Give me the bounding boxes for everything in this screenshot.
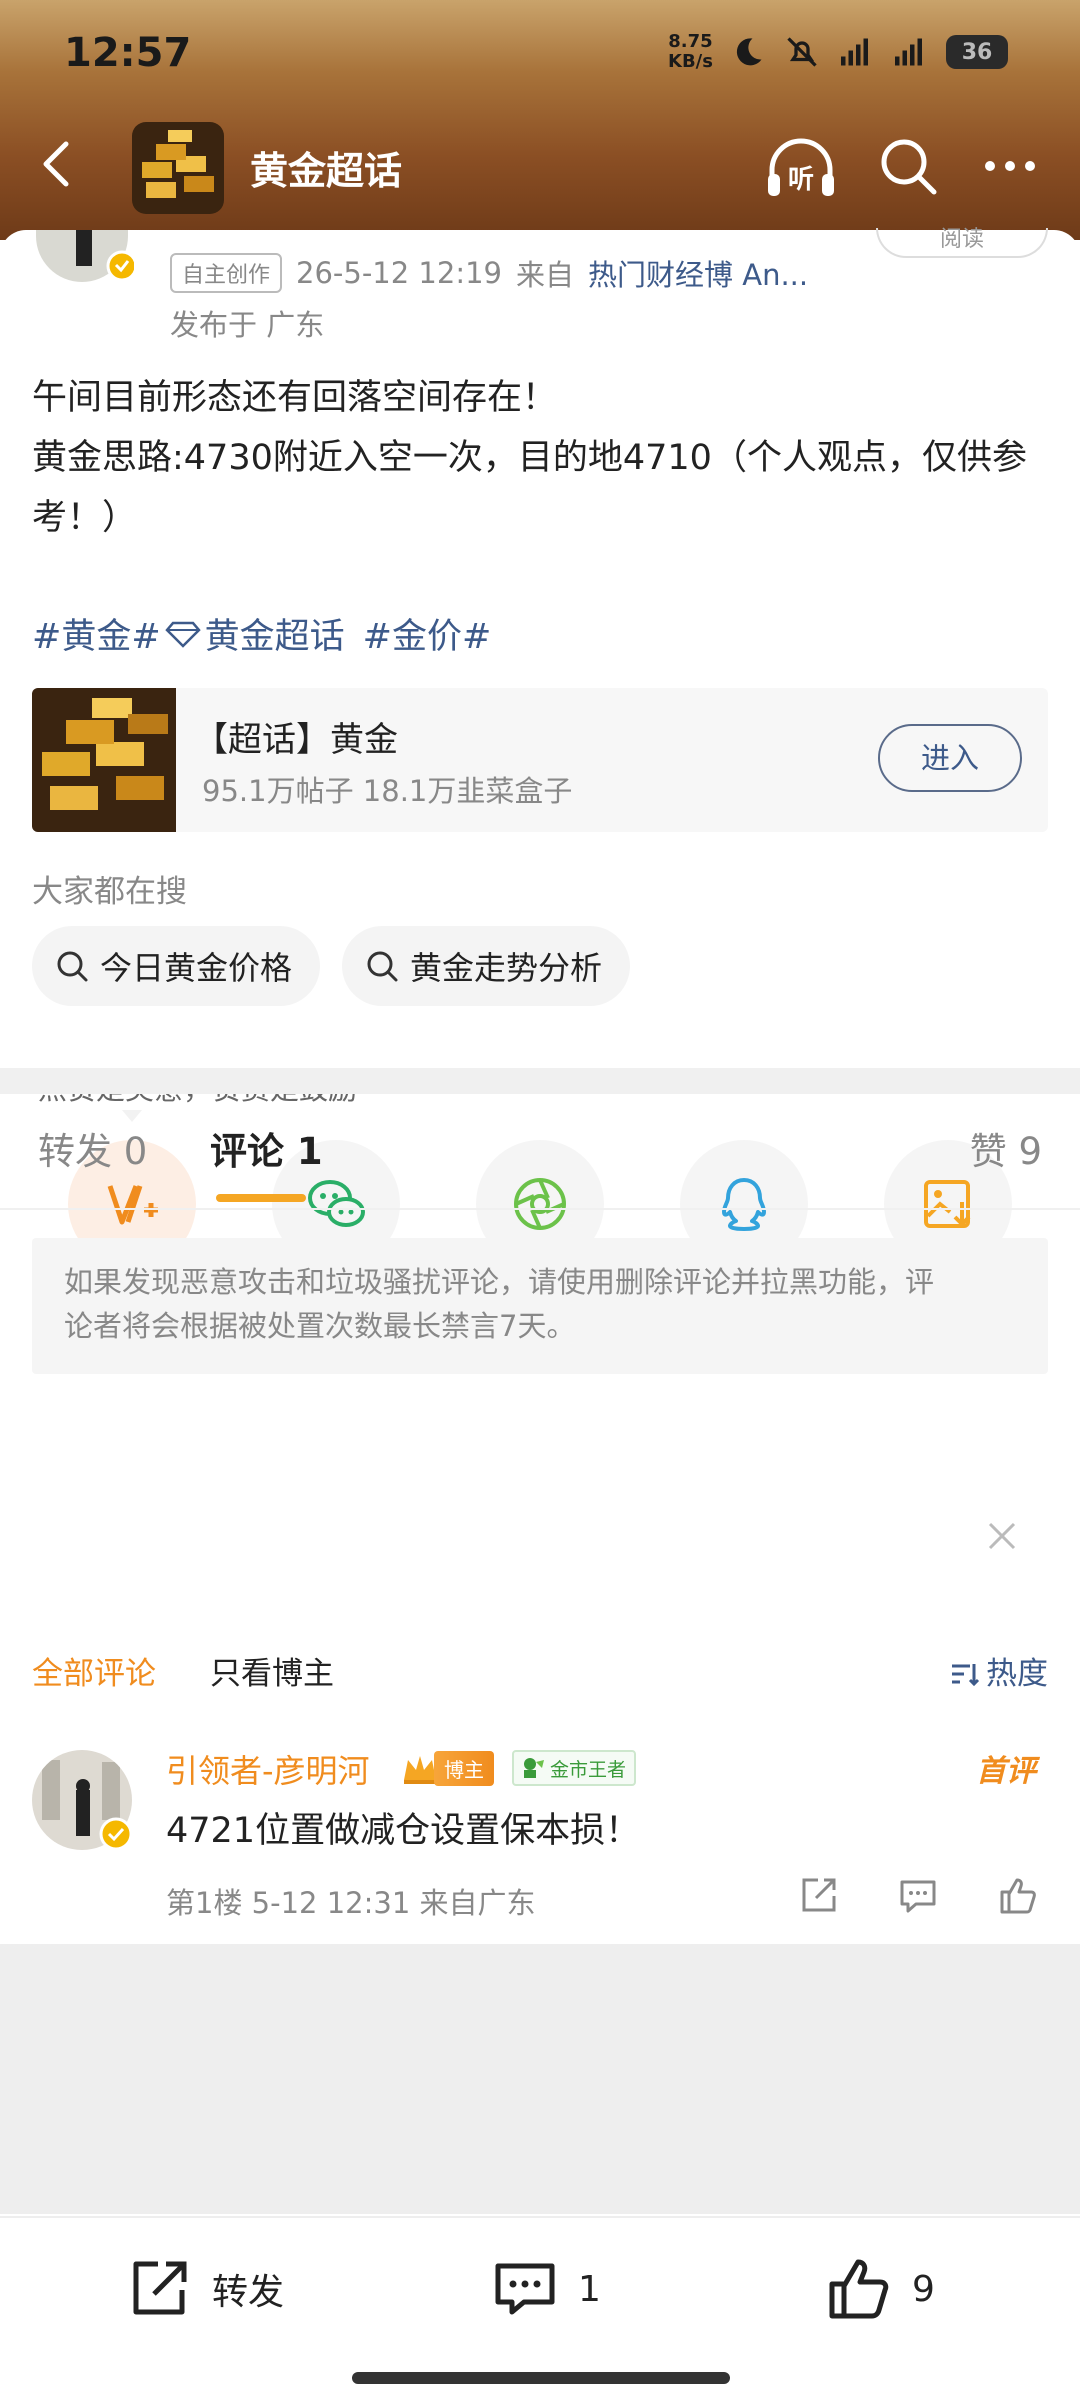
tab-repost[interactable]: 转发 0	[38, 1094, 147, 1210]
supertopic-card[interactable]: 【超话】黄金 95.1万帖子 18.1万韭菜盒子 进入	[32, 688, 1048, 832]
listen-headphones-icon[interactable]: 听	[764, 136, 838, 200]
post-timestamp: 26-5-12 12:19	[296, 256, 502, 290]
verified-badge-icon	[99, 1817, 133, 1851]
diamond-icon	[164, 621, 201, 648]
svg-text:听: 听	[788, 165, 814, 195]
top-navbar: 黄金超话 听	[0, 110, 1080, 230]
post-hashtags: #黄金# 黄金超话 #金价#	[32, 608, 491, 659]
search-icon	[57, 951, 88, 982]
status-time: 12:57	[64, 30, 192, 76]
status-icons: 36	[730, 34, 1008, 70]
trending-search-title: 大家都在搜	[32, 874, 187, 910]
read-count-button[interactable]: 阅读	[876, 228, 1048, 258]
hashtag-supertopic[interactable]: 黄金超话	[205, 608, 345, 659]
section-divider	[0, 1068, 1080, 1094]
active-tab-indicator	[216, 1194, 306, 1202]
bottom-like-button[interactable]: 9	[824, 2254, 935, 2324]
gold-badge-icon	[524, 1758, 544, 1778]
battery-indicator: 36	[946, 35, 1008, 69]
thumbs-up-icon	[829, 2259, 889, 2319]
first-comment-badge: 首评	[976, 1754, 1036, 1789]
post-location: 发布于 广东	[170, 308, 325, 342]
sort-icon	[952, 1664, 980, 1687]
interaction-tabs: 转发 0 评论 1 赞 9	[0, 1094, 1080, 1210]
nav-title: 黄金超话	[250, 149, 403, 193]
bottom-repost-button[interactable]: 转发	[124, 2254, 284, 2324]
bottom-comment-button[interactable]: 1	[490, 2254, 601, 2324]
commenter-name[interactable]: 引领者-彦明河	[166, 1746, 370, 1792]
comment-item[interactable]: 引领者-彦明河 博主 金市王者 首评 4721位置做减仓设置保本损！ 第1楼 5…	[0, 1740, 1080, 1940]
filter-all-comments[interactable]: 全部评论	[32, 1644, 156, 1704]
search-chip-2[interactable]: 黄金走势分析	[342, 926, 631, 1006]
supertopic-title: 【超话】黄金	[194, 720, 398, 760]
net-speed: 8.75 KB/s	[668, 31, 713, 72]
self-created-badge: 自主创作	[170, 253, 283, 293]
topic-thumbnail[interactable]	[132, 122, 224, 214]
from-prefix: 来自	[516, 258, 575, 292]
comment-notice: 如果发现恶意攻击和垃圾骚扰评论，请使用删除评论并拉黑功能，评论者将会根据被处置次…	[32, 1238, 1048, 1374]
author-avatar[interactable]	[30, 230, 134, 282]
filter-owner-only[interactable]: 只看博主	[210, 1644, 334, 1704]
reply-icon[interactable]	[896, 1874, 940, 1918]
hashtag-gold-price[interactable]: #金价#	[363, 608, 492, 659]
hashtag-gold[interactable]: #黄金#	[32, 608, 161, 659]
search-icon	[367, 951, 398, 982]
signal-icon-2	[895, 38, 922, 66]
tab-likes[interactable]: 赞 9	[970, 1094, 1042, 1210]
home-indicator	[352, 2372, 730, 2384]
share-icon[interactable]	[796, 1874, 840, 1918]
mute-icon	[787, 37, 817, 67]
close-icon[interactable]	[984, 1518, 1020, 1554]
notice-text: 如果发现恶意攻击和垃圾骚扰评论，请使用删除评论并拉黑功能，评论者将会根据被处置次…	[64, 1265, 935, 1343]
search-chips: 今日黄金价格 黄金走势分析	[32, 926, 631, 1006]
post-body: 午间目前形态还有回落空间存在！ 黄金思路:4730附近入空一次，目的地4710（…	[32, 378, 1027, 538]
post-meta: 自主创作 26-5-12 12:19 来自 热门财经博 An...	[170, 252, 808, 294]
comment-icon	[495, 2263, 555, 2315]
comment-filters: 全部评论 只看博主 热度	[0, 1644, 1080, 1704]
repost-icon	[133, 2261, 187, 2315]
like-icon[interactable]	[996, 1874, 1040, 1918]
comment-meta: 第1楼 5-12 12:31 来自广东	[166, 1886, 536, 1920]
supertopic-stats: 95.1万帖子 18.1万韭菜盒子	[202, 774, 573, 808]
moon-icon	[736, 38, 762, 66]
sort-button[interactable]: 热度	[948, 1644, 1048, 1704]
owner-badge: 博主	[400, 1750, 494, 1786]
enter-supertopic-button[interactable]: 进入	[878, 724, 1022, 792]
post-source-link[interactable]: 热门财经博 An...	[588, 252, 808, 294]
supertopic-image	[32, 688, 176, 832]
status-bar: 12:57 8.75 KB/s 36	[0, 0, 1080, 110]
empty-area	[0, 1944, 1080, 2214]
gold-master-badge: 金市王者	[512, 1750, 637, 1786]
comment-text: 4721位置做减仓设置保本损！	[166, 1811, 641, 1851]
tab-comments[interactable]: 评论 1	[210, 1094, 323, 1210]
search-icon[interactable]	[876, 134, 940, 198]
more-icon[interactable]	[978, 134, 1042, 198]
signal-icon	[841, 38, 868, 66]
back-arrow-icon[interactable]	[28, 134, 88, 194]
search-chip-1[interactable]: 今日黄金价格	[32, 926, 321, 1006]
